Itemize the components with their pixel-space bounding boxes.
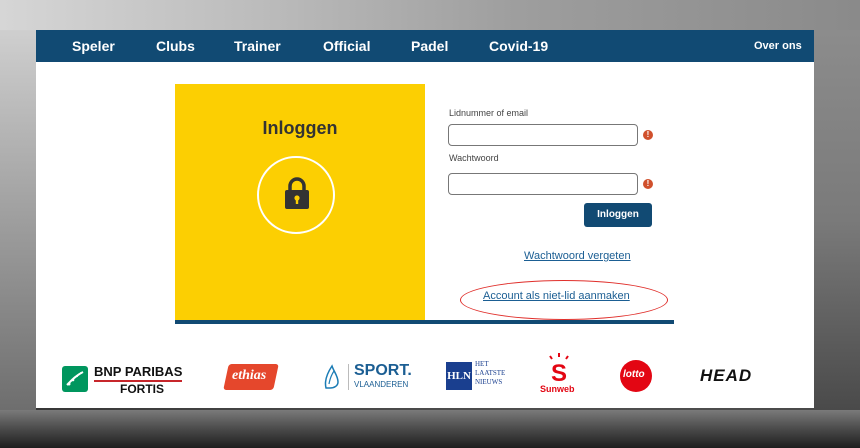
sponsor-bar: BNP PARIBAS FORTIS ethias SPORT. VLAANDE… [36,344,814,408]
login-title: Inloggen [262,118,338,138]
sponsor-bnp-paribas-fortis[interactable]: BNP PARIBAS FORTIS [62,344,192,408]
background-top [0,0,860,30]
bnp-line2: FORTIS [120,382,164,396]
sunweb-sun-icon: S [549,353,569,382]
ethias-text: ethias [232,368,267,383]
password-error-icon: ! [643,179,653,189]
password-label: Wachtwoord [449,153,499,163]
background-right [814,30,860,410]
bnp-star-icon [62,366,88,392]
sponsor-lotto[interactable]: lotto [620,344,654,408]
hln-text: HET LAATSTE NIEUWS [475,360,505,387]
svg-text:S: S [551,360,567,382]
top-navbar: Speler Clubs Trainer Official Padel Covi… [36,30,814,62]
head-text: HEAD [700,366,753,385]
nav-item-covid-19[interactable]: Covid-19 [489,30,548,62]
username-error-icon: ! [643,130,653,140]
nav-item-over-ons[interactable]: Over ons [754,30,802,62]
nav-item-padel[interactable]: Padel [411,30,448,62]
sport-divider [348,364,349,390]
hln-logo: HLN [446,362,472,390]
hln-text-line3: NIEUWS [475,378,503,386]
sport-line2: VLAANDEREN [354,380,409,389]
hln-text-line2: LAATSTE [475,369,506,377]
nav-item-official[interactable]: Official [323,30,370,62]
login-button[interactable]: Inloggen [584,203,652,227]
background-bottom [0,410,860,448]
annotation-circle [460,280,668,320]
login-yellow-panel: Inloggen [175,84,425,320]
sunweb-text: Sunweb [540,384,575,394]
nav-item-speler[interactable]: Speler [72,30,115,62]
background-left [0,30,36,410]
login-bottom-bar [175,320,674,324]
username-label: Lidnummer of email [449,108,529,118]
lock-circle [257,156,335,234]
sponsor-sport-vlaanderen[interactable]: SPORT. VLAANDEREN [322,344,422,408]
password-input[interactable] [448,173,638,195]
nav-item-clubs[interactable]: Clubs [156,30,195,62]
sponsor-sunweb[interactable]: S Sunweb [538,344,582,408]
lotto-text: lotto [623,369,645,380]
username-input[interactable] [448,124,638,146]
sponsor-hln[interactable]: HLN HET LAATSTE NIEUWS [446,344,510,408]
hln-text-line1: HET [475,360,489,368]
bnp-line1: BNP PARIBAS [94,364,183,382]
lock-icon [285,177,309,209]
sponsor-ethias[interactable]: ethias [223,344,280,408]
sport-line1: SPORT. [354,362,412,379]
sponsor-head[interactable]: HEAD [700,344,780,408]
nav-item-trainer[interactable]: Trainer [234,30,281,62]
forgot-password-link[interactable]: Wachtwoord vergeten [524,250,631,262]
sport-lion-icon [324,364,339,389]
